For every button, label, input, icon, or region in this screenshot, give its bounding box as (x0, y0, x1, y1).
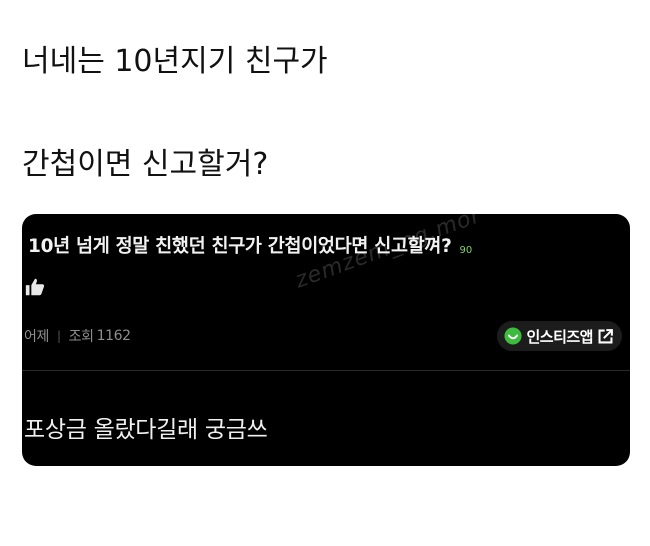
app-button-label: 인스티즈앱 (526, 327, 593, 346)
open-app-button[interactable]: 인스티즈앱 (497, 321, 622, 351)
post-screenshot-card: 10년 넘게 정말 친했던 친구가 간첩이었다면 신고할껴? 90 어제 | 조… (22, 214, 630, 466)
views-count: 1162 (96, 328, 131, 344)
meta-separator: | (56, 329, 61, 343)
heading-line-1: 너네는 10년지기 친구가 (22, 44, 328, 79)
comment-text: 포상금 올랐다길래 궁금쓰 (24, 417, 268, 443)
views-label: 조회 (68, 329, 94, 345)
thumbs-up-icon[interactable] (24, 276, 46, 298)
post-meta: 어제 | 조회 1162 (24, 326, 131, 346)
post-date: 어제 (24, 329, 49, 345)
heading-line-2: 간첩이면 신고할거? (22, 147, 269, 182)
divider (22, 370, 630, 371)
external-link-icon (598, 328, 613, 343)
comment-count: 90 (459, 245, 473, 256)
instiz-logo-icon (504, 327, 523, 345)
